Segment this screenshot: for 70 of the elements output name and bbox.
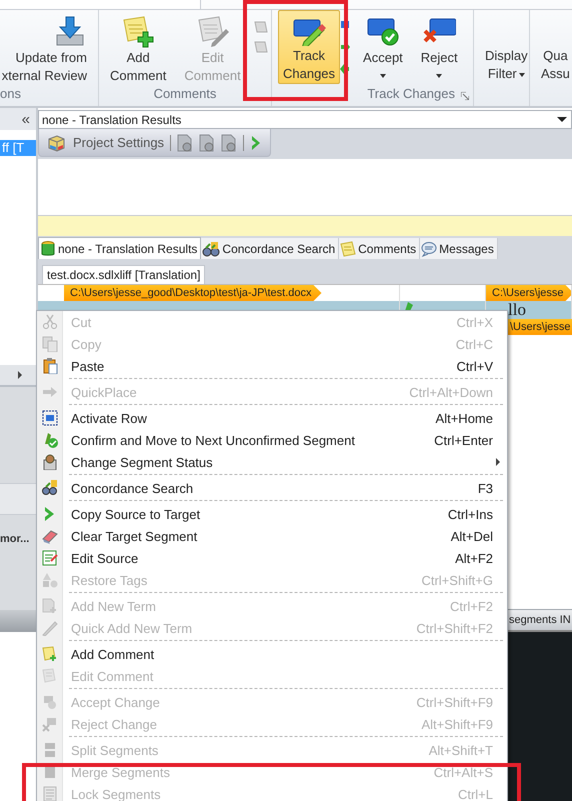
group-label: Track Changes [367,85,455,103]
note-plus-icon [121,15,156,49]
collapse-button[interactable]: « [0,108,36,130]
panel-title: mor... [0,533,30,545]
file-path-tag: \Users\jesse [508,319,572,335]
file-path-tag: C:\Users\jesse_good\Desktop\test\ja-JP\test.docx [64,285,322,301]
cross-icon [42,716,58,732]
panel-footer [0,610,36,632]
documents-icon [42,336,58,352]
ribbon-button[interactable]: Accept [358,10,408,84]
eraser-icon [42,528,58,544]
group-label: Comments [154,85,216,103]
speech-bubble-icon [421,240,438,256]
file-path-tag: C:\Users\jesse [486,285,571,301]
document-arrow-icon[interactable] [199,134,216,152]
panel-tab[interactable]: none - Translation Results [38,237,202,259]
merge-icon [42,764,58,780]
edit-icon [42,550,58,566]
faded-note-icon [254,40,268,54]
note-plus-icon [42,646,58,662]
ribbon-button[interactable]: Track Changes [278,10,340,84]
split-icon [42,742,58,758]
ribbon-button[interactable]: Display Filter [480,10,533,84]
panel-tab[interactable]: Comments [339,238,420,259]
group-label: ons [0,85,21,103]
launcher-icon[interactable] [461,92,469,100]
clipboard-icon [42,358,58,374]
note-pencil-icon [196,15,230,49]
project-icon [47,134,65,152]
panel-bar [0,483,36,515]
expand-arrow-icon[interactable] [18,371,22,379]
menu-item[interactable]: Edit Source Alt+F2 [37,547,507,569]
menu-item[interactable]: Clear Target Segment Alt+Del [37,525,507,547]
database-icon [40,240,56,256]
faded-note-icon [254,20,268,34]
document-plus-icon [42,598,58,614]
project-settings-button[interactable]: Project Settings [47,134,164,152]
binoculars-icon [42,480,58,496]
status-text: segments IN [509,614,571,626]
scissors-icon [42,314,58,330]
menu-item[interactable]: Add Comment [37,643,507,665]
arrow-icon [340,64,350,74]
dotted-square-icon [42,410,58,426]
note-icon [42,668,58,684]
menu-item[interactable]: Copy Source to Target Ctrl+Ins [37,503,507,525]
document-icon [42,786,58,801]
arrow-icon [42,384,58,400]
panel-tab[interactable]: Messages [420,238,498,259]
ribbon-button[interactable]: Qua Assu [536,10,572,84]
document-arrow-icon[interactable] [177,134,194,152]
ribbon-button[interactable]: Add Comment [105,10,172,84]
ribbon-button[interactable]: Reject [416,10,463,84]
panel-tab[interactable]: Concordance Search [201,238,340,259]
document-arrow-icon[interactable] [221,134,238,152]
pencil-icon [42,620,58,636]
chevron-icon[interactable] [250,134,262,150]
ribbon-button[interactable]: Update from xternal Review [0,10,92,84]
menu-item[interactable]: Change Segment Status [37,451,507,473]
shapes-icon [42,572,58,588]
menu-item[interactable]: Paste Ctrl+V [37,355,507,377]
person-icon [42,454,58,470]
menu-item[interactable]: Concordance Search F3 [37,477,507,499]
menu-item[interactable]: Activate Row Alt+Home [37,407,507,429]
menu-item[interactable]: Confirm and Move to Next Unconfirmed Segment Ctrl+Enter [37,429,507,451]
monitor-check-icon [366,17,400,47]
note-icon [340,240,356,256]
binoculars-icon [202,240,220,256]
results-dropdown[interactable]: none - Translation Results [38,110,572,129]
target-text: llo [508,301,526,319]
document-tab[interactable]: test.docx.sdlxliff [Translation] [42,265,206,284]
